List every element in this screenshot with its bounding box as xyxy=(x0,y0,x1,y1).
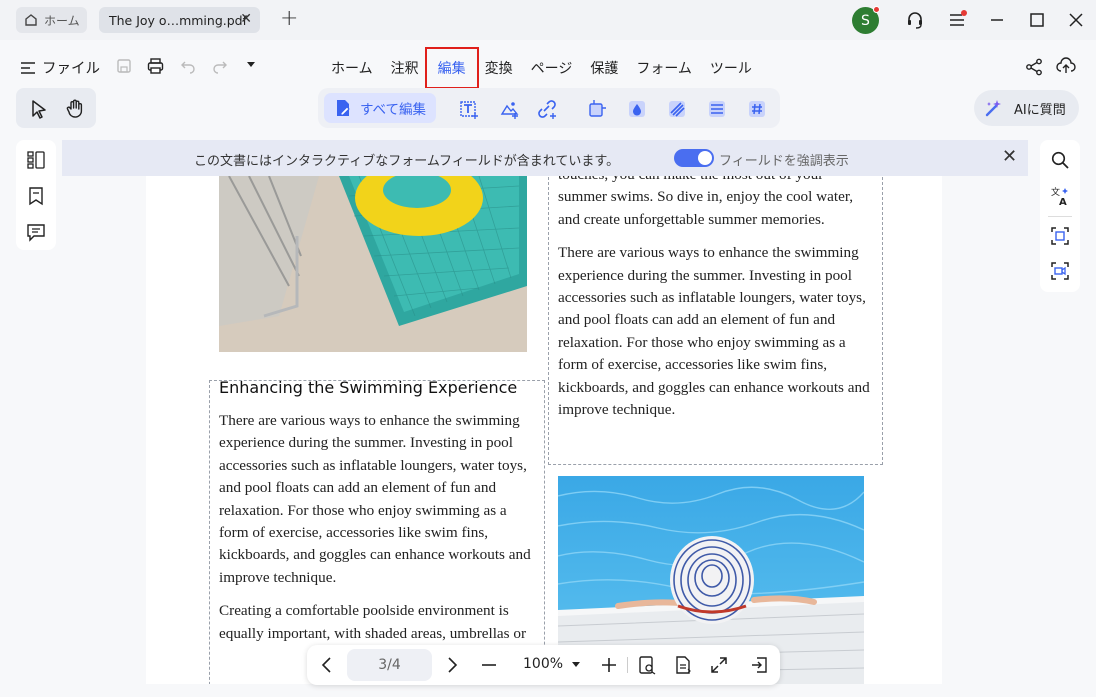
menu-item-home[interactable]: ホーム xyxy=(322,56,382,80)
search-icon[interactable] xyxy=(1050,150,1070,170)
right-paragraph-0: touches, you can make the most out of yo… xyxy=(558,176,854,228)
page-number-field[interactable]: 3/4 xyxy=(347,649,432,681)
menu-item-edit[interactable]: 編集 xyxy=(424,47,479,89)
notice-message: この文書にはインタラクティブなフォームフィールドが含まれています。 xyxy=(194,154,620,169)
background-icon[interactable] xyxy=(666,98,688,120)
home-icon xyxy=(25,14,37,26)
left-sidebar xyxy=(16,140,56,250)
right-sidebar: 文A xyxy=(1040,140,1080,292)
zoom-in-icon[interactable] xyxy=(599,655,619,675)
previous-page-icon[interactable] xyxy=(317,655,337,675)
tab-document-label: The Joy o…mming.pdf xyxy=(109,12,248,28)
cloud-upload-icon[interactable] xyxy=(1056,57,1076,75)
ocr-scan-icon[interactable] xyxy=(1050,226,1070,246)
tab-home[interactable]: ホーム xyxy=(16,7,87,33)
page-indicator: 3/4 xyxy=(378,657,401,673)
hand-tool-icon[interactable] xyxy=(64,98,86,120)
svg-text:A: A xyxy=(1059,197,1067,206)
tab-home-label: ホーム xyxy=(44,13,80,28)
headset-icon[interactable] xyxy=(904,10,926,30)
left-paragraph-2: Creating a comfortable poolside environm… xyxy=(219,602,527,642)
screen-record-icon[interactable] xyxy=(1050,261,1070,281)
ai-sparkle-icon xyxy=(985,100,1001,117)
nav-divider xyxy=(627,657,628,673)
bookmark-icon[interactable] xyxy=(26,186,46,206)
minimize-icon[interactable] xyxy=(986,10,1008,30)
file-menu-label: ファイル xyxy=(42,61,100,77)
thumbnails-icon[interactable] xyxy=(26,150,46,170)
page-layout-icon[interactable] xyxy=(673,655,693,675)
view-mode-icon[interactable] xyxy=(637,655,657,675)
mode-tools xyxy=(16,88,96,128)
bates-number-icon[interactable] xyxy=(746,98,768,120)
tab-document[interactable]: The Joy o…mming.pdf ✕ xyxy=(99,7,260,33)
left-text-block[interactable]: There are various ways to enhance the sw… xyxy=(219,410,539,656)
menu-item-protect[interactable]: 保護 xyxy=(581,56,627,80)
pool-float-image xyxy=(219,176,527,352)
zoom-level[interactable]: 100% xyxy=(523,656,563,672)
menu-item-convert[interactable]: 変換 xyxy=(476,56,522,80)
main-menu: ホーム 注釈 編集 変換 ページ 保護 フォーム ツール xyxy=(322,47,761,89)
add-image-icon[interactable] xyxy=(498,98,520,120)
tab-bar: ホーム The Joy o…mming.pdf ✕ + S xyxy=(0,0,1096,40)
add-link-icon[interactable] xyxy=(536,98,558,120)
highlight-fields-label: フィールドを強調表示 xyxy=(719,154,849,169)
ask-ai-button[interactable]: AIに質問 xyxy=(974,90,1079,126)
pdf-page: Enhancing the Swimming Experience There … xyxy=(146,176,942,684)
select-cursor-icon[interactable] xyxy=(28,98,50,120)
save-icon[interactable] xyxy=(116,58,132,74)
header-footer-icon[interactable] xyxy=(706,98,728,120)
hamburger-menu-icon[interactable] xyxy=(946,10,968,30)
menu-item-annotate[interactable]: 注釈 xyxy=(382,56,428,80)
zoom-dropdown-icon[interactable] xyxy=(571,660,581,670)
right-text-block[interactable]: touches, you can make the most out of yo… xyxy=(558,176,876,432)
edit-all-button[interactable]: すべて編集 xyxy=(324,93,436,123)
edit-all-label: すべて編集 xyxy=(360,102,427,118)
ask-ai-label: AIに質問 xyxy=(1014,102,1066,118)
menu-item-form[interactable]: フォーム xyxy=(627,56,701,80)
menu-lines-icon xyxy=(21,61,35,74)
edit-document-icon xyxy=(337,100,350,116)
menu-bar: ファイル ホーム 注釈 編集 変換 ページ 保護 フォーム ツール xyxy=(0,44,1096,89)
form-fields-notice: この文書にはインタラクティブなフォームフィールドが含まれています。 フィールドを… xyxy=(62,140,1028,176)
comment-icon[interactable] xyxy=(26,222,46,242)
fullscreen-exit-icon[interactable] xyxy=(749,655,769,675)
close-window-icon[interactable] xyxy=(1065,10,1087,30)
zoom-out-icon[interactable] xyxy=(479,655,499,675)
avatar-initial: S xyxy=(861,12,870,29)
menu-item-page[interactable]: ページ xyxy=(522,56,582,80)
edit-toolbar: すべて編集 xyxy=(318,88,780,128)
menu-item-tools[interactable]: ツール xyxy=(701,56,761,80)
page-navigation-bar: 3/4 100% xyxy=(307,645,780,685)
close-notice-icon[interactable]: ✕ xyxy=(1002,146,1017,167)
add-text-icon[interactable] xyxy=(458,98,480,120)
fit-screen-icon[interactable] xyxy=(709,655,729,675)
undo-icon[interactable] xyxy=(180,58,196,74)
maximize-icon[interactable] xyxy=(1026,10,1048,30)
highlight-fields-toggle[interactable] xyxy=(674,149,714,167)
right-paragraph-1: There are various ways to enhance the sw… xyxy=(558,244,870,419)
watermark-icon[interactable] xyxy=(626,98,648,120)
avatar[interactable]: S xyxy=(852,6,880,34)
left-paragraph-1: There are various ways to enhance the sw… xyxy=(219,412,531,586)
new-tab-icon[interactable]: + xyxy=(280,6,298,31)
notification-dot xyxy=(873,6,880,13)
redo-icon[interactable] xyxy=(212,58,228,74)
close-tab-icon[interactable]: ✕ xyxy=(240,11,252,27)
quick-access-dropdown-icon[interactable] xyxy=(246,61,256,69)
translate-icon[interactable]: 文A xyxy=(1050,186,1070,206)
next-page-icon[interactable] xyxy=(442,655,462,675)
share-icon[interactable] xyxy=(1025,58,1043,76)
file-menu[interactable]: ファイル xyxy=(20,57,100,78)
sidebar-divider xyxy=(1048,216,1072,217)
print-icon[interactable] xyxy=(147,58,164,74)
crop-page-icon[interactable] xyxy=(586,98,608,120)
